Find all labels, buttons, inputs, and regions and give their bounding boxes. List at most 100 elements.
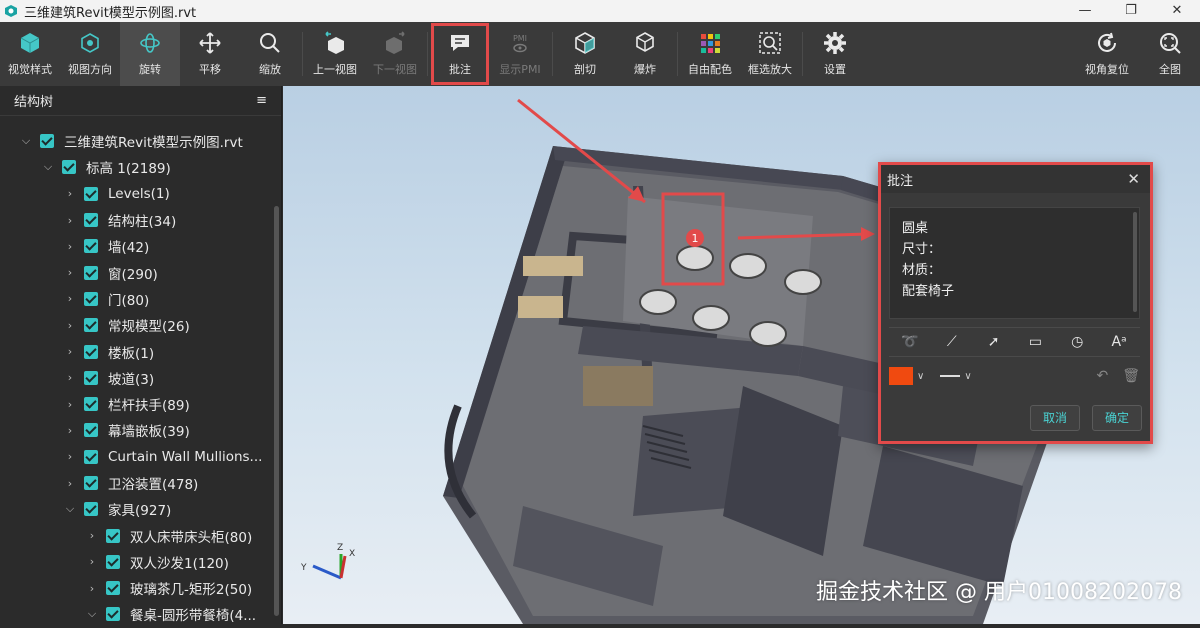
circle-icon[interactable]: ◷	[1067, 334, 1087, 350]
magnifier-icon	[260, 33, 280, 53]
chevron-right-icon[interactable]: ›	[64, 477, 76, 490]
sidebar-scrollbar[interactable]	[274, 206, 279, 616]
view-direction-button[interactable]: 视图方向	[60, 22, 120, 86]
chevron-right-icon[interactable]: ›	[64, 371, 76, 384]
tree-node[interactable]: › Levels(1)	[0, 181, 281, 207]
annotation-line: 圆桌	[902, 221, 929, 236]
tree-node[interactable]: › 玻璃茶几-矩形2(50)	[0, 575, 281, 601]
tree-checkbox[interactable]	[84, 265, 98, 280]
tree-node[interactable]: › 双人沙发1(120)	[0, 549, 281, 575]
tree-node[interactable]: › 幕墙嵌板(39)	[0, 417, 281, 443]
tree-checkbox[interactable]	[84, 370, 98, 385]
tree-node[interactable]: › 墙(42)	[0, 233, 281, 259]
tree-node[interactable]: › 常规模型(26)	[0, 312, 281, 338]
chevron-down-icon[interactable]: ∨	[917, 371, 924, 382]
annotation-dialog: 批注 ✕ 圆桌 尺寸： 材质： 配套椅子 ➰ ⟋ ➚ ▭ ◷ Aᵃ ∨ ∨ ↶ …	[878, 162, 1153, 444]
chevron-right-icon[interactable]: ›	[64, 240, 76, 253]
chevron-right-icon[interactable]: ›	[64, 450, 76, 463]
zoom-button[interactable]: 缩放	[240, 22, 300, 86]
chevron-right-icon[interactable]: ›	[64, 214, 76, 227]
tree-node[interactable]: › 结构柱(34)	[0, 207, 281, 233]
chevron-right-icon[interactable]: ›	[86, 555, 98, 568]
tree-checkbox[interactable]	[40, 134, 54, 149]
annotation-button[interactable]: 批注	[430, 22, 490, 86]
chevron-right-icon[interactable]: ›	[64, 187, 76, 200]
show-pmi-button[interactable]: PMI 显示PMI	[490, 22, 550, 86]
tree-node[interactable]: › 窗(290)	[0, 259, 281, 285]
pan-button[interactable]: 平移	[180, 22, 240, 86]
chevron-right-icon[interactable]: ›	[64, 398, 76, 411]
tree-checkbox[interactable]	[84, 186, 98, 201]
chevron-right-icon[interactable]: ›	[86, 529, 98, 542]
chevron-right-icon[interactable]: ›	[64, 424, 76, 437]
cancel-button[interactable]: 取消	[1030, 405, 1080, 431]
tree-checkbox[interactable]	[106, 554, 120, 569]
next-view-button[interactable]: 下一视图	[365, 22, 425, 86]
tree-checkbox[interactable]	[106, 607, 120, 622]
minimize-button[interactable]: —	[1062, 0, 1108, 22]
tree-node-furniture[interactable]: ⌵ 家具(927)	[0, 496, 281, 522]
tree-node[interactable]: › 栏杆扶手(89)	[0, 391, 281, 417]
tree-checkbox[interactable]	[84, 449, 98, 464]
tree-checkbox[interactable]	[84, 213, 98, 228]
chevron-down-icon[interactable]: ⌵	[64, 502, 76, 516]
tree-checkbox[interactable]	[106, 528, 120, 543]
panel-title: 结构树	[14, 95, 54, 110]
tree-node-root[interactable]: ⌵ 三维建筑Revit模型示例图.rvt	[0, 128, 281, 154]
tree-checkbox[interactable]	[84, 344, 98, 359]
close-icon[interactable]: ✕	[1127, 170, 1140, 188]
chevron-right-icon[interactable]: ›	[64, 345, 76, 358]
tree-node[interactable]: › 坡道(3)	[0, 365, 281, 391]
dialog-title: 批注	[887, 173, 914, 189]
tree-node-level[interactable]: ⌵ 标高 1(2189)	[0, 154, 281, 180]
text-scrollbar[interactable]	[1133, 212, 1137, 312]
maximize-button[interactable]: ❐	[1108, 0, 1154, 22]
tree-checkbox[interactable]	[62, 160, 76, 175]
annotation-text-area[interactable]: 圆桌 尺寸： 材质： 配套椅子	[889, 207, 1140, 319]
line-icon[interactable]: ⟋	[942, 334, 962, 350]
tree-node[interactable]: › 双人床带床头柜(80)	[0, 522, 281, 548]
freehand-icon[interactable]: ➰	[900, 334, 920, 350]
tree-checkbox[interactable]	[84, 397, 98, 412]
tree-node[interactable]: › 卫浴装置(478)	[0, 470, 281, 496]
tree-node[interactable]: › 楼板(1)	[0, 338, 281, 364]
previous-view-button[interactable]: 上一视图	[305, 22, 365, 86]
tree-checkbox[interactable]	[84, 502, 98, 517]
box-zoom-button[interactable]: 框选放大	[740, 22, 800, 86]
tree-node[interactable]: › 门(80)	[0, 286, 281, 312]
chevron-right-icon[interactable]: ›	[64, 319, 76, 332]
chevron-down-icon[interactable]: ⌵	[20, 134, 32, 148]
rectangle-icon[interactable]: ▭	[1025, 334, 1045, 350]
reset-view-button[interactable]: 视角复位	[1074, 22, 1140, 86]
text-icon[interactable]: Aᵃ	[1109, 334, 1129, 350]
free-color-button[interactable]: 自由配色	[680, 22, 740, 86]
line-style-selector[interactable]	[940, 375, 961, 377]
section-button[interactable]: 剖切	[555, 22, 615, 86]
trash-icon[interactable]: 🗑	[1122, 368, 1140, 384]
chevron-down-icon[interactable]: ∨	[964, 371, 971, 382]
chevron-right-icon[interactable]: ›	[86, 582, 98, 595]
tree-checkbox[interactable]	[84, 239, 98, 254]
tree-checkbox[interactable]	[106, 581, 120, 596]
explode-button[interactable]: 爆炸	[615, 22, 675, 86]
tree-node[interactable]: › Curtain Wall Mullions...	[0, 444, 281, 470]
panel-menu-icon[interactable]: ≡	[256, 93, 267, 108]
color-swatch[interactable]	[889, 367, 913, 385]
tree-checkbox[interactable]	[84, 291, 98, 306]
chevron-right-icon[interactable]: ›	[64, 266, 76, 279]
tree-checkbox[interactable]	[84, 423, 98, 438]
tree-checkbox[interactable]	[84, 476, 98, 490]
rotate-button[interactable]: 旋转	[120, 22, 180, 86]
fit-all-button[interactable]: 全图	[1140, 22, 1200, 86]
undo-icon[interactable]: ↶	[1096, 368, 1108, 384]
arrow-icon[interactable]: ➚	[984, 334, 1004, 350]
settings-button[interactable]: 设置	[805, 22, 865, 86]
tree-checkbox[interactable]	[84, 318, 98, 333]
close-window-button[interactable]: ✕	[1154, 0, 1200, 22]
toolbar-separator	[552, 32, 553, 76]
chevron-down-icon[interactable]: ⌵	[86, 607, 98, 621]
confirm-button[interactable]: 确定	[1092, 405, 1142, 431]
chevron-down-icon[interactable]: ⌵	[42, 160, 54, 174]
visual-style-button[interactable]: 视觉样式	[0, 22, 60, 86]
chevron-right-icon[interactable]: ›	[64, 292, 76, 305]
